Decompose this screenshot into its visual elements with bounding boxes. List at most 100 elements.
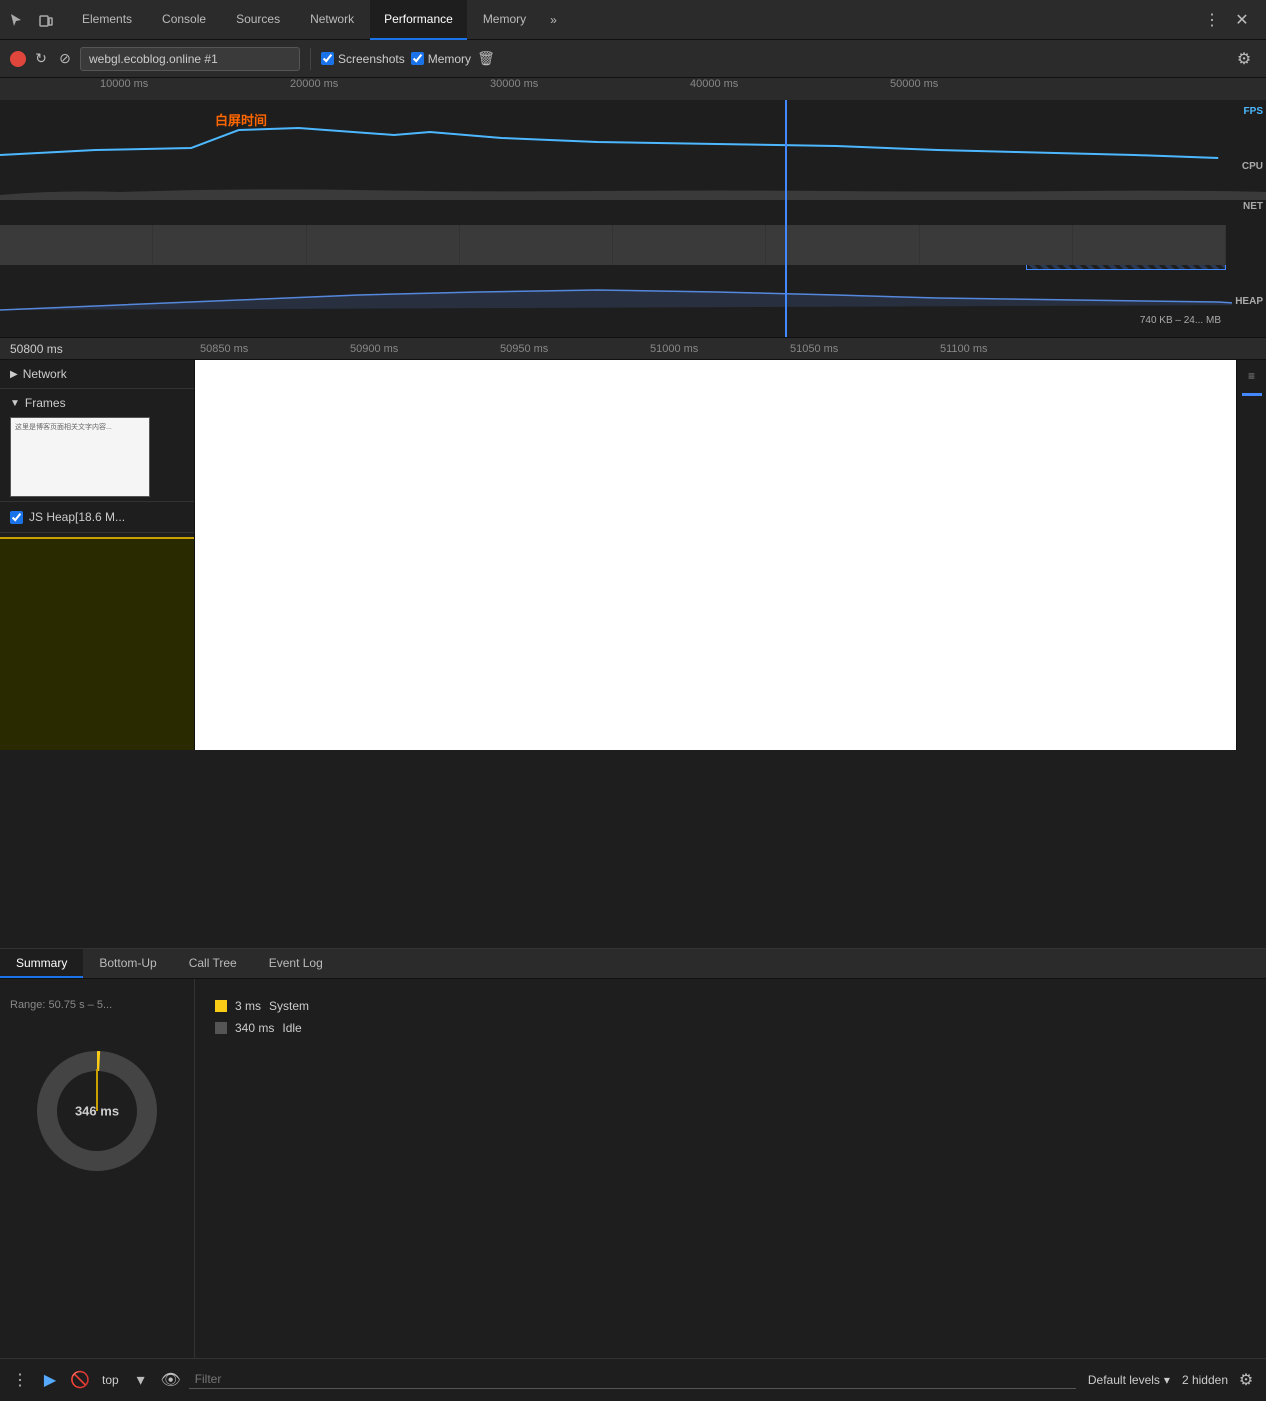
- frame-thumb-item[interactable]: 这里是博客页面相关文字内容...: [10, 417, 150, 497]
- screenshots-checkbox[interactable]: [321, 52, 334, 65]
- screenshots-track: [0, 225, 1226, 265]
- js-heap-row: JS Heap[18.6 M...: [10, 506, 184, 528]
- tab-memory[interactable]: Memory: [469, 0, 540, 40]
- mid-tick-5: 51050 ms: [790, 343, 838, 355]
- filter-input[interactable]: [189, 1370, 1076, 1389]
- mid-tick-4: 51000 ms: [650, 343, 698, 355]
- stop-scripts-icon[interactable]: 🚫: [68, 1368, 92, 1392]
- tab-console[interactable]: Console: [148, 0, 220, 40]
- timeline-area: 10000 ms 20000 ms 30000 ms 40000 ms 5000…: [0, 78, 1266, 338]
- clear-button[interactable]: 🗑: [477, 50, 495, 68]
- settings-button[interactable]: ⚙: [1232, 47, 1256, 71]
- tab-elements[interactable]: Elements: [68, 0, 146, 40]
- eye-icon[interactable]: 👁: [159, 1368, 183, 1392]
- tab-summary[interactable]: Summary: [0, 949, 83, 978]
- execute-icon[interactable]: ▶: [38, 1368, 62, 1392]
- summary-right: 3 ms System 340 ms Idle: [195, 979, 1266, 1358]
- screenshots-label[interactable]: Screenshots: [321, 52, 405, 66]
- screenshots-checkbox-group: Screenshots: [321, 52, 405, 66]
- record-button[interactable]: [10, 51, 26, 67]
- mid-tick-2: 50900 ms: [350, 343, 398, 355]
- screenshot-overlay: [195, 360, 1236, 750]
- tab-sources[interactable]: Sources: [222, 0, 294, 40]
- jsheap-section: JS Heap[18.6 M...: [0, 502, 194, 533]
- legend-value-idle: 340 ms: [235, 1021, 274, 1035]
- legend-value-system: 3 ms: [235, 999, 261, 1013]
- level-dropdown[interactable]: Default levels ▾: [1082, 1373, 1176, 1387]
- heap-info: 740 KB – 24... MB: [1140, 315, 1221, 326]
- legend-color-idle: [215, 1022, 227, 1034]
- screenshot-cell: [307, 225, 460, 265]
- console-input-kebab[interactable]: ⋮: [8, 1368, 32, 1392]
- tab-call-tree[interactable]: Call Tree: [173, 949, 253, 978]
- close-devtools-icon[interactable]: ✕: [1230, 8, 1254, 32]
- mini-menu-icon[interactable]: ≡: [1241, 365, 1263, 387]
- toolbar: ↻ ⊘ Screenshots Memory 🗑 ⚙: [0, 40, 1266, 78]
- screenshot-cell: [153, 225, 306, 265]
- url-input[interactable]: [80, 47, 300, 71]
- toolbar-separator: [310, 48, 311, 70]
- context-dropdown-icon[interactable]: ▾: [129, 1368, 153, 1392]
- left-panel: ▶ Network ▼ Frames 这里是博客页面相关文字内容... JS H…: [0, 360, 195, 750]
- tab-bar: Elements Console Sources Network Perform…: [0, 0, 1266, 40]
- track-svg: [0, 100, 1266, 338]
- mid-tick-3: 50950 ms: [500, 343, 548, 355]
- frames-label: Frames: [25, 396, 66, 410]
- mini-blue-indicator: [1242, 393, 1262, 396]
- summary-tabs: Summary Bottom-Up Call Tree Event Log: [0, 949, 1266, 979]
- frames-arrow-icon: ▼: [10, 398, 20, 409]
- donut-chart: 346 ms: [27, 1041, 167, 1181]
- ruler-tick-40000: 40000 ms: [690, 78, 738, 90]
- tab-bar-actions: ⋮ ✕: [1200, 8, 1262, 32]
- tab-bar-icons: [4, 8, 58, 32]
- net-label: NET: [1240, 200, 1266, 213]
- timeline-ruler: 10000 ms 20000 ms 30000 ms 40000 ms 5000…: [0, 78, 1266, 100]
- screenshot-cell: [613, 225, 766, 265]
- legend-row-idle: 340 ms Idle: [215, 1021, 1246, 1035]
- network-expand[interactable]: ▶ Network: [10, 364, 184, 384]
- memory-checkbox-group: Memory: [411, 52, 471, 66]
- ruler-tick-20000: 20000 ms: [290, 78, 338, 90]
- legend-color-system: [215, 1000, 227, 1012]
- memory-checkbox[interactable]: [411, 52, 424, 65]
- tab-bottom-up[interactable]: Bottom-Up: [83, 949, 172, 978]
- mid-tick-6: 51100 ms: [940, 343, 988, 355]
- network-section: ▶ Network: [0, 360, 194, 389]
- jsheap-label: JS Heap[18.6 M...: [29, 510, 125, 524]
- kebab-menu-icon[interactable]: ⋮: [1200, 8, 1224, 32]
- main-area: ▶ Network ▼ Frames 这里是博客页面相关文字内容... JS H…: [0, 360, 1266, 750]
- screenshot-cell: [460, 225, 613, 265]
- cursor-icon[interactable]: [4, 8, 28, 32]
- network-label: Network: [23, 367, 67, 381]
- donut-center-label: 346 ms: [75, 1104, 119, 1119]
- tab-performance[interactable]: Performance: [370, 0, 467, 40]
- tab-network[interactable]: Network: [296, 0, 368, 40]
- console-settings-icon[interactable]: ⚙: [1234, 1368, 1258, 1392]
- legend-label-idle: Idle: [282, 1021, 301, 1035]
- playhead-line: [785, 100, 787, 338]
- range-text: Range: 50.75 s – 5...: [10, 999, 112, 1011]
- screenshot-cell: [1073, 225, 1226, 265]
- frames-thumbnail: 这里是博客页面相关文字内容...: [10, 417, 184, 497]
- tab-event-log[interactable]: Event Log: [253, 949, 339, 978]
- ruler-tick-50000: 50000 ms: [890, 78, 938, 90]
- stop-button[interactable]: ⊘: [56, 50, 74, 68]
- screenshot-cell: [766, 225, 919, 265]
- console-input-bar: ⋮ ▶ 🚫 top ▾ 👁 Default levels ▾ 2 hidden …: [0, 1358, 1266, 1400]
- chinese-label: 白屏时间: [215, 110, 267, 129]
- summary-left: Range: 50.75 s – 5... 346 ms: [0, 979, 195, 1358]
- frame-thumb-text: 这里是博客页面相关文字内容...: [15, 422, 112, 432]
- reload-button[interactable]: ↻: [32, 50, 50, 68]
- frames-expand[interactable]: ▼ Frames: [10, 393, 184, 413]
- more-tabs-button[interactable]: »: [542, 0, 565, 40]
- device-toggle-icon[interactable]: [34, 8, 58, 32]
- frames-section: ▼ Frames 这里是博客页面相关文字内容...: [0, 389, 194, 502]
- memory-label[interactable]: Memory: [411, 52, 471, 66]
- legend-label-system: System: [269, 999, 309, 1013]
- mid-tick-1: 50850 ms: [200, 343, 248, 355]
- context-label: top: [98, 1373, 123, 1387]
- legend-row-system: 3 ms System: [215, 999, 1246, 1013]
- center-panel: [195, 360, 1236, 750]
- ruler-tick-30000: 30000 ms: [490, 78, 538, 90]
- jsheap-checkbox[interactable]: [10, 511, 23, 524]
